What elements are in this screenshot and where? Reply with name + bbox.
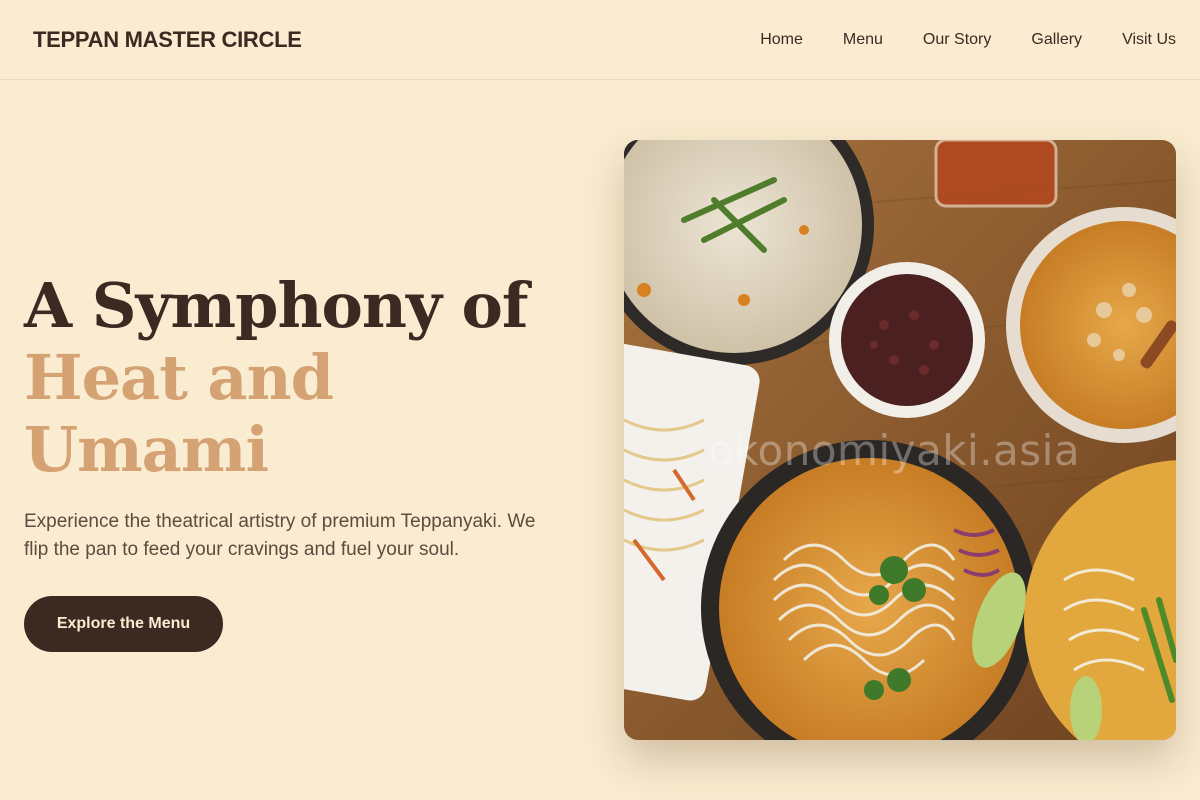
nav-link-visit-us[interactable]: Visit Us xyxy=(1122,31,1176,49)
hero-headline-line1: A Symphony of xyxy=(24,269,529,342)
main-nav: Home Menu Our Story Gallery Visit Us xyxy=(760,31,1176,49)
hero-headline: A Symphony of Heat and Umami xyxy=(24,270,594,486)
image-watermark: okonomiyaki.asia xyxy=(708,426,1081,475)
nav-link-gallery[interactable]: Gallery xyxy=(1031,31,1082,49)
hero-headline-line2: Heat and Umami xyxy=(24,341,334,486)
nav-link-home[interactable]: Home xyxy=(760,31,803,49)
top-navbar: TEPPAN MASTER CIRCLE Home Menu Our Story… xyxy=(0,0,1200,80)
nav-link-menu[interactable]: Menu xyxy=(843,31,883,49)
hero-food-image: okonomiyaki.asia xyxy=(624,140,1176,740)
hero-text: A Symphony of Heat and Umami Experience … xyxy=(24,270,594,652)
brand-logo[interactable]: TEPPAN MASTER CIRCLE xyxy=(33,27,302,53)
explore-menu-button[interactable]: Explore the Menu xyxy=(24,596,223,652)
hero-description: Experience the theatrical artistry of pr… xyxy=(24,511,536,560)
nav-link-our-story[interactable]: Our Story xyxy=(923,31,991,49)
